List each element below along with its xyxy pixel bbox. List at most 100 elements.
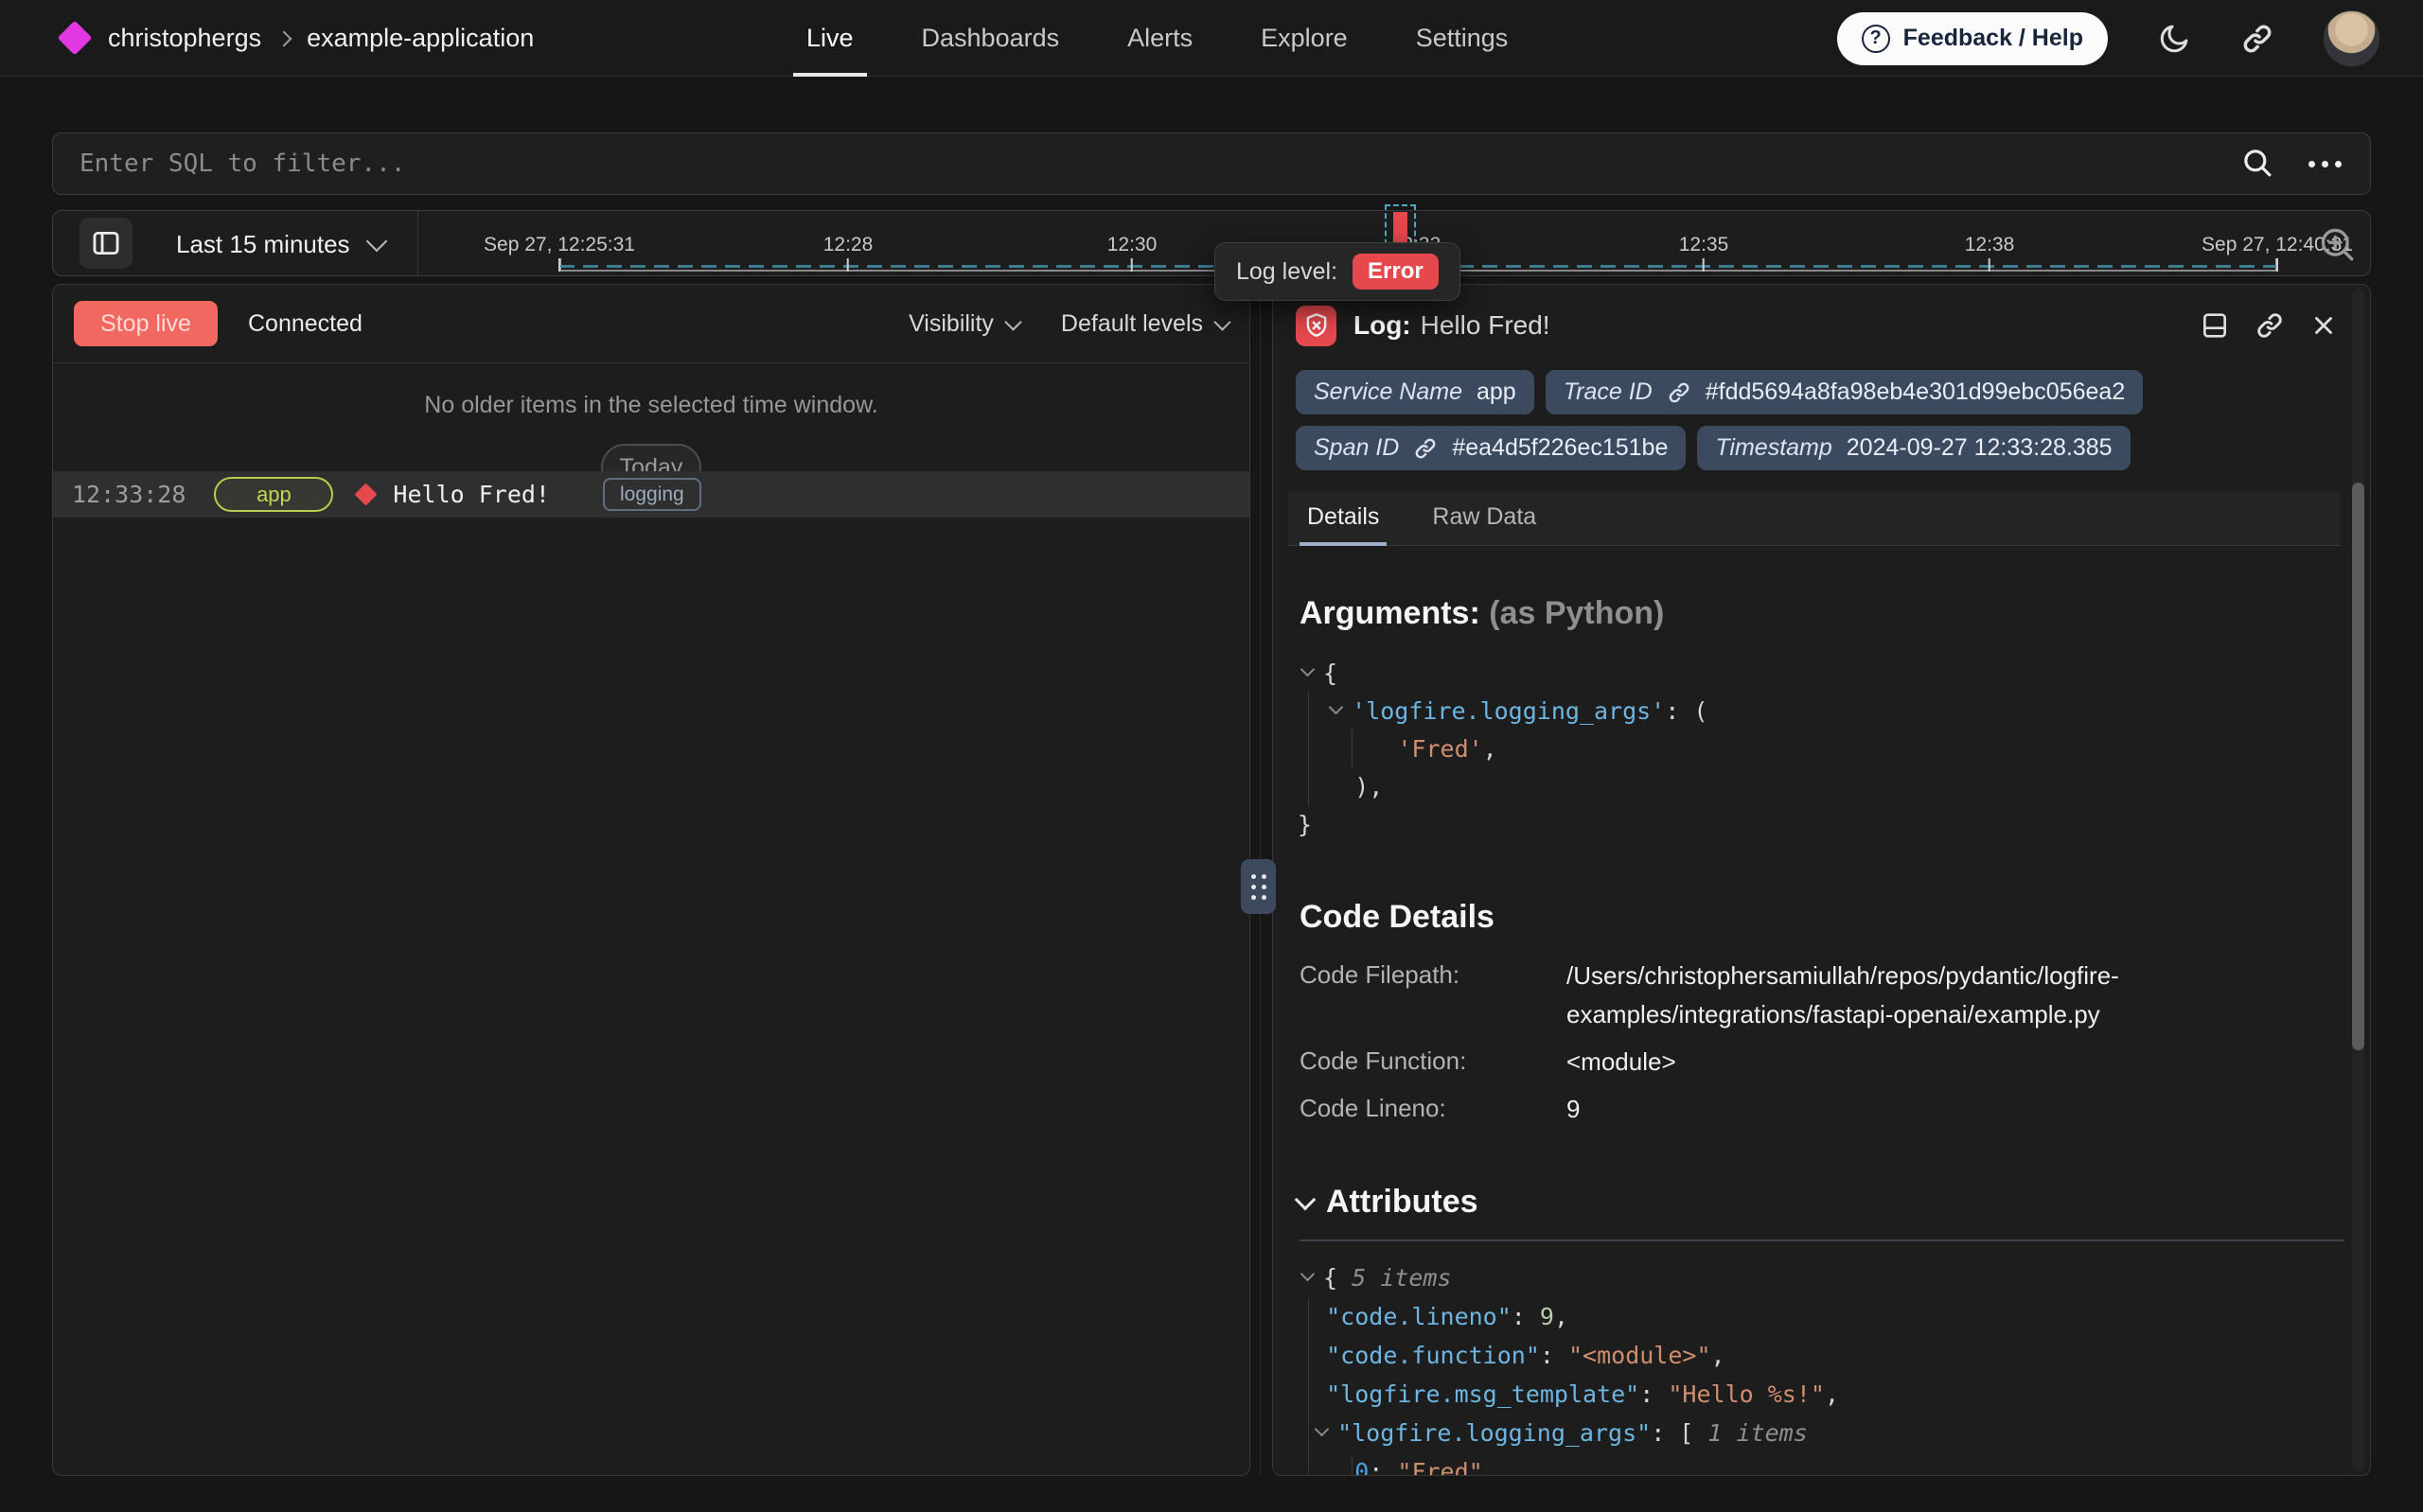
code-filepath-value: /Users/christophersamiullah/repos/pydant… [1566, 957, 2367, 1034]
detail-title: Log: Hello Fred! [1353, 310, 1550, 341]
more-options-icon[interactable] [2308, 161, 2342, 167]
timeline-tick: 12:28 [823, 234, 874, 272]
avatar[interactable] [2324, 10, 2379, 66]
feedback-help-button[interactable]: ? Feedback / Help [1837, 12, 2108, 65]
arguments-heading: Arguments: (as Python) [1300, 595, 2370, 632]
code-details-rows: Code Filepath: /Users/christophersamiull… [1300, 960, 2370, 1129]
arguments-heading-suffix: (as Python) [1489, 595, 1664, 631]
span-id-label: Span ID [1314, 434, 1399, 462]
timeline-tick: 12:30 [1107, 234, 1158, 272]
share-link-icon[interactable] [2240, 22, 2274, 56]
code-filepath-label: Code Filepath: [1300, 960, 1566, 1034]
code-function-value: <module> [1566, 1043, 2367, 1081]
chevron-down-icon [1004, 313, 1021, 330]
primary-nav-tabs: Live Dashboards Alerts Explore Settings [806, 0, 1508, 77]
arguments-heading-text: Arguments: [1300, 595, 1480, 631]
time-range-bar: Last 15 minutes Sep 27, 12:25:31 12:28 1… [52, 210, 2371, 276]
connection-status: Connected [248, 310, 363, 338]
nav-tab-explore[interactable]: Explore [1261, 0, 1348, 77]
detail-scrollbar [2352, 289, 2364, 1471]
top-nav: christophergs example-application Live D… [0, 0, 2423, 77]
sql-filter-bar [52, 132, 2371, 195]
nav-tab-dashboards[interactable]: Dashboards [922, 0, 1060, 77]
code-function-row: Code Function: <module> [1300, 1046, 2370, 1081]
link-icon [1667, 380, 1691, 405]
logger-tag-pill: logging [603, 478, 701, 511]
filter-bar-icons [2240, 146, 2370, 182]
log-row-selected[interactable]: 12:33:28 app Hello Fred! logging [53, 471, 1249, 518]
link-icon [1413, 436, 1438, 461]
chevron-right-icon [276, 31, 292, 47]
visibility-dropdown[interactable]: Visibility [909, 310, 1019, 338]
attributes-code-block[interactable]: { 5 items "code.lineno": 9, "code.functi… [1298, 1258, 2370, 1476]
nav-tab-settings[interactable]: Settings [1416, 0, 1509, 77]
empty-window-message: No older items in the selected time wind… [53, 392, 1249, 419]
tooltip-label: Log level: [1236, 258, 1337, 286]
service-pill: app [214, 477, 333, 512]
breadcrumb-org[interactable]: christophergs [108, 24, 261, 53]
copy-link-icon[interactable] [2255, 310, 2285, 341]
log-meta-pills: Service Name app Trace ID #fdd5694a8fa98… [1273, 366, 2343, 470]
trace-id-label: Trace ID [1564, 378, 1653, 406]
zoom-in-icon[interactable] [2317, 224, 2359, 266]
span-id-value: #ea4d5f226ec151be [1452, 434, 1668, 462]
timeline-tick: Sep 27, 12:25:31 [484, 234, 635, 272]
close-icon[interactable] [2309, 311, 2338, 340]
panel-resize-handle[interactable] [1241, 859, 1276, 914]
default-levels-dropdown[interactable]: Default levels [1061, 310, 1229, 338]
code-filepath-row: Code Filepath: /Users/christophersamiull… [1300, 960, 2370, 1034]
log-level-tooltip: Log level: Error [1214, 242, 1460, 301]
trace-id-value: #fdd5694a8fa98eb4e301d99ebc056ea2 [1706, 378, 2126, 406]
nav-tab-alerts[interactable]: Alerts [1127, 0, 1193, 77]
logfire-logo-icon[interactable] [58, 21, 93, 56]
error-diamond-icon [355, 483, 378, 505]
span-id-pill[interactable]: Span ID #ea4d5f226ec151be [1296, 426, 1686, 470]
timeline-tick: 12:38 [1965, 234, 2015, 272]
stop-live-button[interactable]: Stop live [74, 301, 218, 346]
detail-title-text: Hello Fred! [1421, 310, 1550, 340]
feedback-help-label: Feedback / Help [1903, 25, 2083, 52]
sidebar-toggle-icon[interactable] [80, 218, 133, 269]
live-panel-header: Stop live Connected Visibility Default l… [53, 285, 1249, 363]
time-range-label: Last 15 minutes [176, 230, 350, 259]
arguments-code-block[interactable]: { 'logfire.logging_args': ( 'Fred', ),} [1298, 655, 2370, 844]
question-circle-icon: ? [1862, 25, 1890, 53]
breadcrumb-project[interactable]: example-application [307, 24, 534, 53]
code-lineno-value: 9 [1566, 1090, 2367, 1129]
divider [417, 211, 418, 275]
code-details-heading: Code Details [1300, 899, 2370, 936]
error-level-badge: Error [1353, 254, 1439, 290]
dark-mode-moon-icon[interactable] [2157, 22, 2191, 56]
timestamp-value: 2024-09-27 12:33:28.385 [1847, 434, 2113, 462]
timestamp-pill[interactable]: Timestamp 2024-09-27 12:33:28.385 [1697, 426, 2130, 470]
chevron-down-icon [1213, 313, 1230, 330]
logfire-app-window: christophergs example-application Live D… [0, 0, 2423, 1512]
service-name-value: app [1477, 378, 1516, 406]
detail-title-prefix: Log: [1353, 310, 1411, 340]
timeline-tick: 12:35 [1679, 234, 1729, 272]
detail-header-icons [2200, 285, 2338, 366]
log-detail-panel: Log: Hello Fred! [1272, 284, 2371, 1476]
nav-right: ? Feedback / Help [1837, 0, 2379, 77]
service-name-pill[interactable]: Service Name app [1296, 370, 1534, 414]
code-function-label: Code Function: [1300, 1046, 1566, 1081]
time-range-selector[interactable]: Last 15 minutes [176, 211, 384, 277]
breadcrumb: christophergs example-application [108, 24, 534, 53]
detail-scrollbar-thumb[interactable] [2352, 483, 2364, 1050]
search-icon[interactable] [2240, 146, 2276, 182]
code-lineno-row: Code Lineno: 9 [1300, 1094, 2370, 1129]
log-row-timestamp: 12:33:28 [72, 481, 186, 508]
chevron-down-icon [365, 231, 387, 253]
default-levels-label: Default levels [1061, 310, 1203, 338]
attributes-heading-text: Attributes [1326, 1184, 1478, 1221]
tab-raw-data[interactable]: Raw Data [1424, 491, 1544, 545]
collapse-chevron-icon[interactable] [1294, 1190, 1318, 1215]
tab-details[interactable]: Details [1300, 491, 1387, 545]
trace-id-pill[interactable]: Trace ID #fdd5694a8fa98eb4e301d99ebc056e… [1546, 370, 2144, 414]
sql-filter-input[interactable] [53, 133, 2240, 194]
dock-panel-icon[interactable] [2200, 310, 2230, 341]
timestamp-label: Timestamp [1715, 434, 1831, 462]
detail-tabs: Details Raw Data [1288, 491, 2341, 546]
attributes-heading: Attributes [1294, 1184, 2370, 1221]
nav-tab-live[interactable]: Live [806, 0, 854, 77]
